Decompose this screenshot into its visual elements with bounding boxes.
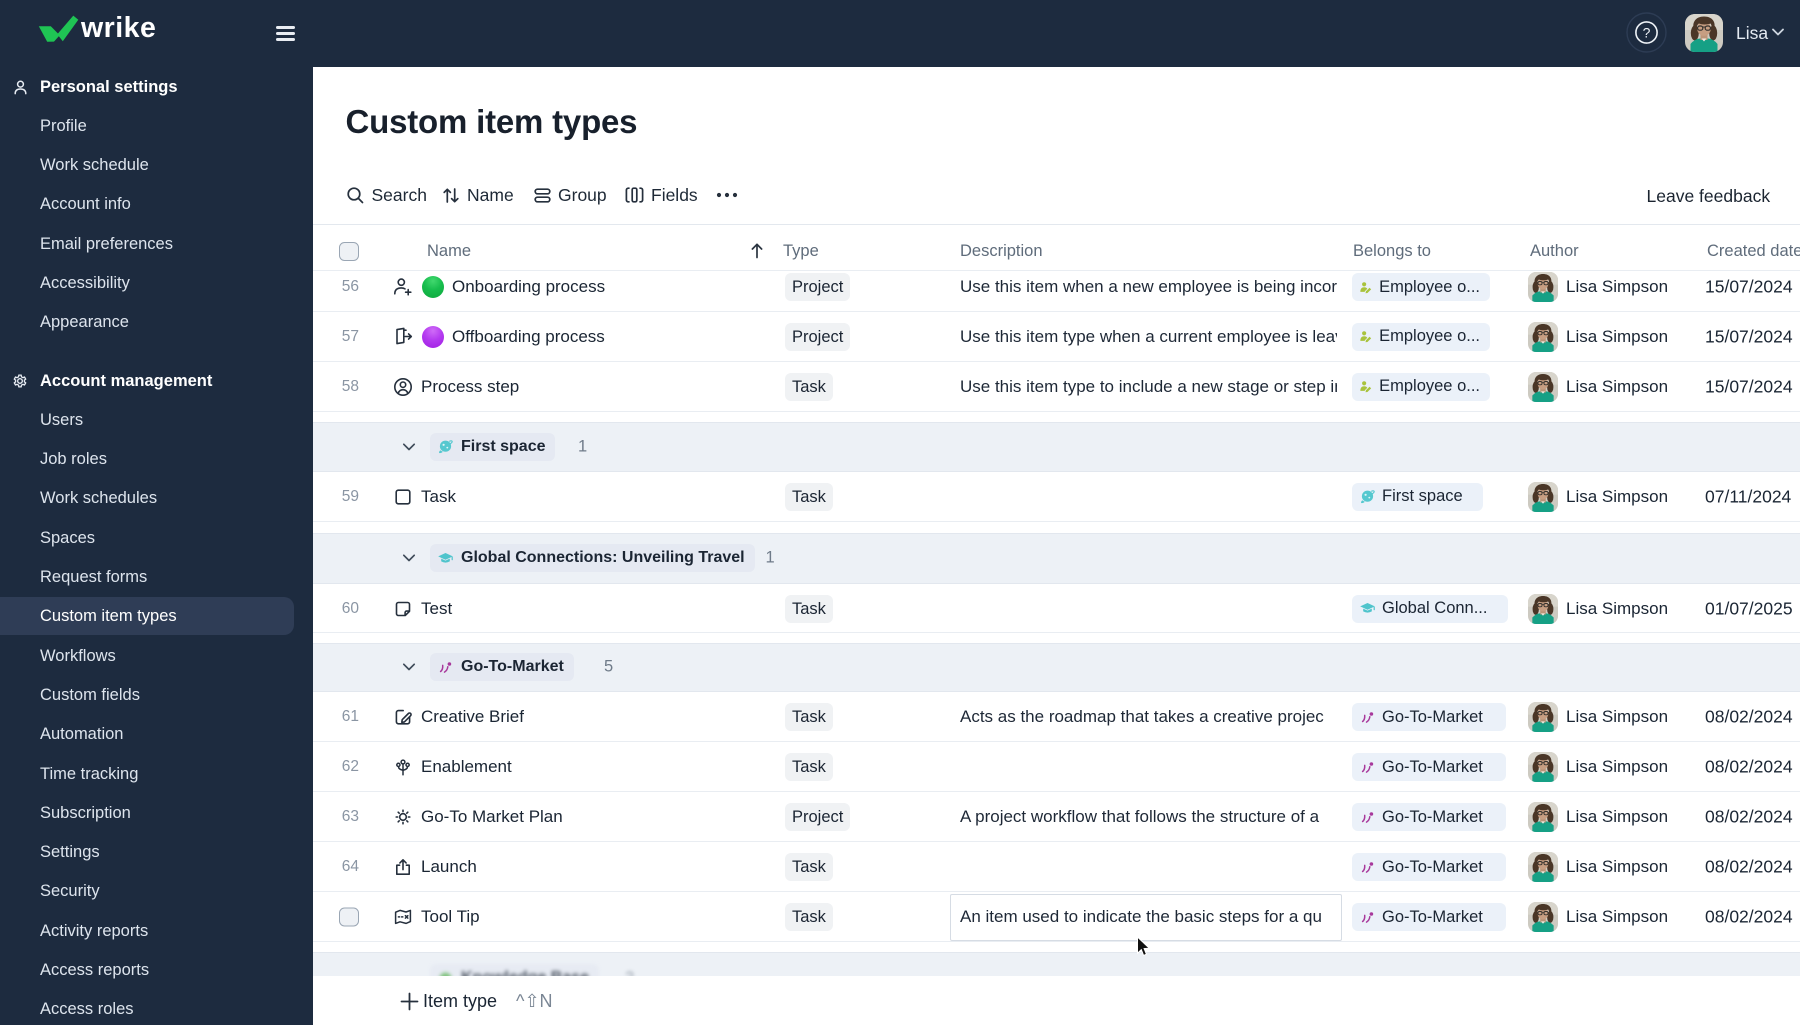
svg-text:?: ? xyxy=(1643,25,1651,41)
